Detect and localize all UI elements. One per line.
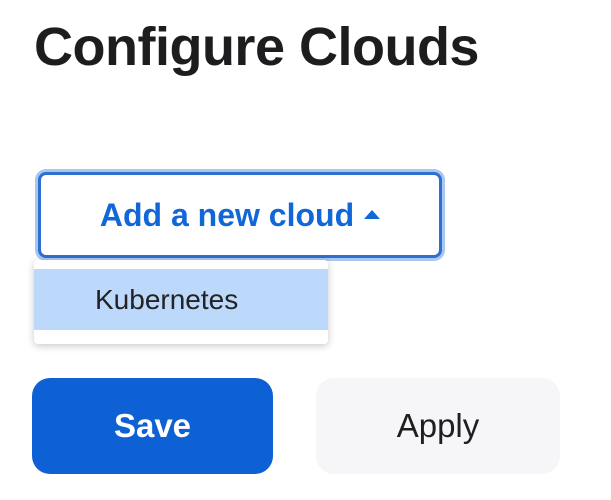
cloud-type-dropdown-menu: Kubernetes: [34, 260, 328, 344]
page-title: Configure Clouds: [34, 17, 479, 77]
add-new-cloud-label: Add a new cloud: [99, 196, 355, 233]
configure-clouds-page: Configure Clouds Add a new cloud Kuberne…: [0, 0, 611, 500]
apply-button-label: Apply: [396, 407, 480, 444]
apply-button[interactable]: Apply: [316, 378, 560, 474]
menu-item-label: Kubernetes: [95, 283, 239, 315]
save-button-label: Save: [113, 407, 192, 444]
save-button[interactable]: Save: [32, 378, 273, 474]
add-new-cloud-button[interactable]: Add a new cloud: [38, 172, 442, 258]
menu-item-kubernetes[interactable]: Kubernetes: [34, 269, 328, 330]
caret-up-icon: [364, 209, 381, 219]
